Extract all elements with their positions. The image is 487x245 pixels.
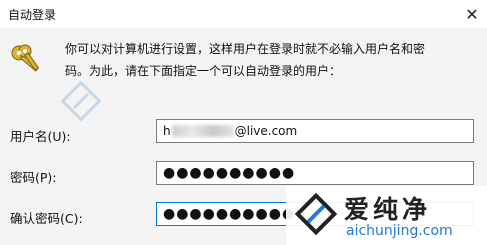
username-prefix: h (163, 124, 171, 138)
close-icon: ✕ (465, 4, 479, 24)
title-bar: 自动登录 ✕ (0, 0, 487, 28)
close-button[interactable]: ✕ (457, 0, 487, 28)
username-value: h @live.com (163, 124, 297, 138)
password-field[interactable]: ●●●●●●●●●● (156, 161, 474, 185)
watermark-name: 爱纯净 (344, 195, 432, 224)
watermark-badge: 爱纯净 aichunjing.com (286, 186, 487, 245)
username-field[interactable]: h @live.com (156, 119, 474, 143)
confirm-password-label: 确认密码(C): (10, 211, 83, 226)
username-suffix: @live.com (234, 124, 298, 138)
window-title: 自动登录 (8, 8, 57, 22)
username-label: 用户名(U): (10, 129, 71, 144)
keys-icon (11, 44, 40, 72)
description-text: 你可以对计算机进行设置，这样用户在登录时就不必输入用户名和密 码。为此，请在下面… (65, 38, 460, 82)
description-line-1: 你可以对计算机进行设置，这样用户在登录时就不必输入用户名和密 (65, 42, 426, 56)
password-label: 密码(P): (10, 170, 57, 185)
username-redacted (171, 125, 234, 137)
password-value: ●●●●●●●●●● (163, 165, 296, 181)
watermark-logo-icon (60, 80, 102, 122)
watermark-url: aichunjing.com (346, 223, 453, 239)
confirm-password-value: ●●●●●●●●●● (163, 206, 296, 222)
description-line-2: 码。为此，请在下面指定一个可以自动登录的用户： (65, 64, 342, 78)
watermark-brand-icon (294, 192, 338, 236)
